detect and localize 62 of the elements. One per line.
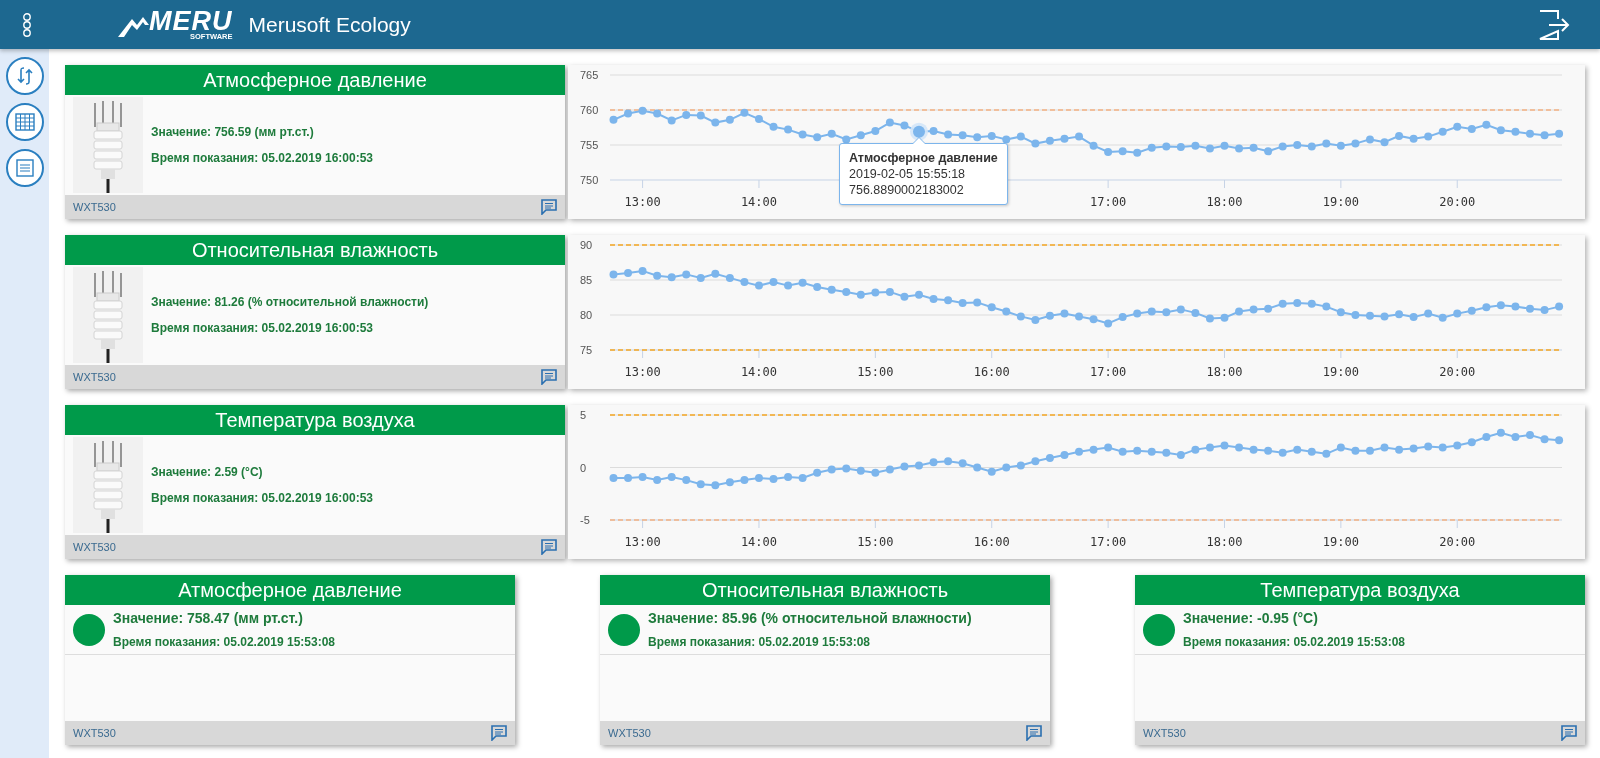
reading-value: Значение: 758.47 (мм рт.ст.)	[113, 609, 304, 628]
reading-time: Время показания: 05.02.2019 15:53:08	[1183, 634, 1405, 651]
app-title: Merusoft Ecology	[248, 11, 411, 38]
y-axis-label: 85	[580, 274, 593, 286]
x-axis-label: 17:00	[1090, 195, 1127, 209]
card-title: Температура воздуха	[65, 405, 565, 435]
tooltip-title: Атмосферное давление	[849, 149, 998, 166]
device-label: WXT530	[608, 725, 651, 741]
y-axis-label: 765	[580, 69, 599, 81]
reading-value: Значение: -0.95 (°C)	[1183, 609, 1319, 628]
device-label: WXT530	[73, 725, 116, 741]
card-title: Относительная влажность	[65, 235, 565, 265]
reading-time: Время показания: 05.02.2019 16:00:53	[151, 150, 373, 167]
tooltip-text: 756.8890002183002	[849, 181, 965, 198]
logo-text: MERU	[149, 8, 233, 33]
y-axis-label: 5	[580, 409, 587, 421]
card-title: Атмосферное давление	[65, 575, 515, 605]
x-axis-label: 18:00	[1206, 365, 1243, 379]
x-axis-label: 14:00	[740, 365, 778, 379]
x-axis-label: 20:00	[1439, 195, 1476, 209]
reading-value: Значение: 85.96 (% относительной влажности)	[648, 609, 972, 628]
x-axis-label: 15:00	[857, 365, 894, 379]
x-axis-label: 18:00	[1206, 195, 1243, 209]
x-axis-label: 14:00	[740, 195, 778, 209]
y-axis-label: -5	[580, 514, 590, 526]
y-axis-label: 755	[580, 139, 599, 151]
device-label: WXT530	[73, 539, 116, 555]
x-axis-label: 19:00	[1322, 365, 1359, 379]
x-axis-label: 20:00	[1439, 535, 1476, 549]
x-axis-label: 17:00	[1090, 535, 1127, 549]
x-axis-label: 19:00	[1322, 195, 1359, 209]
x-axis-label: 20:00	[1439, 365, 1476, 379]
x-axis-label: 19:00	[1322, 535, 1359, 549]
x-axis-label: 18:00	[1206, 535, 1243, 549]
reading-time: Время показания: 05.02.2019 15:53:08	[648, 634, 871, 651]
y-axis-label: 80	[580, 309, 593, 321]
x-axis-label: 13:00	[624, 365, 661, 379]
y-axis-label: 75	[580, 344, 593, 356]
reading-time: Время показания: 05.02.2019 16:00:53	[151, 320, 374, 337]
y-axis-label: 760	[580, 104, 599, 116]
card-title: Атмосферное давление	[65, 65, 565, 95]
x-axis-label: 13:00	[624, 535, 661, 549]
device-label: WXT530	[73, 199, 116, 215]
reading-value: Значение: 2.59 (°C)	[151, 464, 264, 481]
device-label: WXT530	[73, 369, 116, 385]
x-axis-label: 16:00	[973, 535, 1010, 549]
card-title: Температура воздуха	[1135, 575, 1585, 605]
reading-time: Время показания: 05.02.2019 15:53:08	[113, 634, 335, 651]
device-label: WXT530	[1143, 725, 1186, 741]
reading-time: Время показания: 05.02.2019 16:00:53	[151, 490, 373, 507]
card-title: Относительная влажность	[600, 575, 1050, 605]
x-axis-label: 14:00	[740, 535, 778, 549]
x-axis-label: 16:00	[973, 365, 1010, 379]
tooltip-text: 2019-02-05 15:55:18	[849, 165, 967, 182]
y-axis-label: 750	[580, 174, 599, 186]
x-axis-label: 13:00	[624, 195, 661, 209]
reading-value: Значение: 756.59 (мм рт.ст.)	[151, 124, 315, 141]
y-axis-label: 0	[580, 461, 587, 474]
x-axis-label: 17:00	[1090, 365, 1127, 379]
x-axis-label: 15:00	[857, 535, 894, 549]
y-axis-label: 90	[580, 239, 593, 251]
reading-value: Значение: 81.26 (% относительной влажности)	[151, 294, 429, 311]
